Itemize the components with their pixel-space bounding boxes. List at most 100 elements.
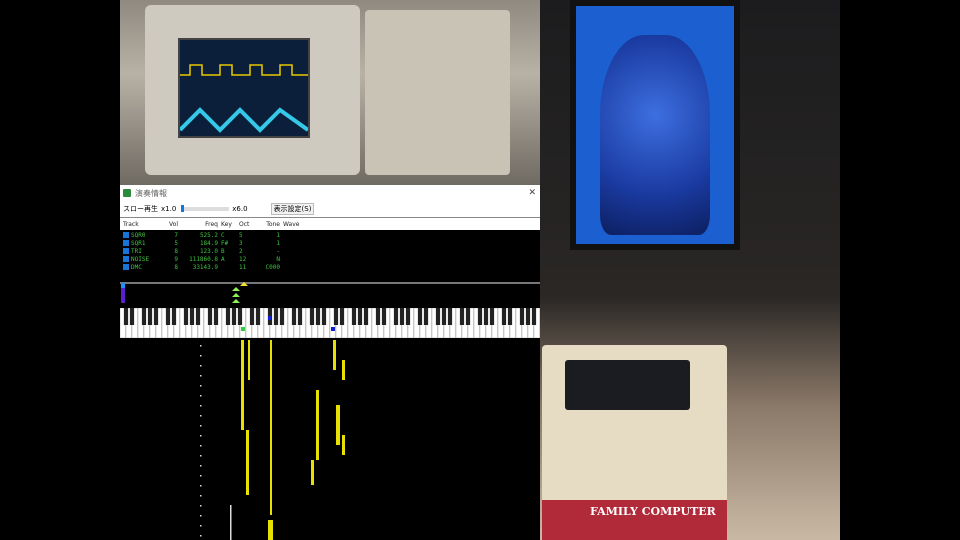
note-bar	[336, 405, 340, 445]
black-key	[315, 308, 321, 325]
black-key	[279, 308, 285, 325]
track-checkbox[interactable]	[123, 248, 129, 254]
black-key	[183, 308, 189, 325]
track-checkbox[interactable]	[123, 240, 129, 246]
cell-text: 5	[239, 231, 243, 239]
piano-keyboard	[120, 308, 540, 338]
header-freq[interactable]: Freq	[181, 221, 221, 228]
black-key	[237, 308, 243, 325]
slow-play-label: スロー再生	[123, 205, 158, 213]
black-key	[273, 308, 279, 325]
cell-text: 184.9	[199, 239, 218, 247]
note-bar	[268, 520, 273, 540]
cell-vol: 9	[161, 256, 181, 263]
noise-dot	[200, 475, 202, 477]
noise-dot	[200, 515, 202, 517]
black-key	[141, 308, 147, 325]
black-key	[147, 308, 153, 325]
cell-vol: 5	[161, 240, 181, 247]
track-checkbox[interactable]	[123, 232, 129, 238]
cell-track: TRI	[123, 248, 161, 255]
note-bar	[246, 430, 249, 495]
black-key	[381, 308, 387, 325]
cell-oct: 12	[239, 256, 261, 263]
black-key	[213, 308, 219, 325]
noise-dot	[200, 425, 202, 427]
title-bar: 演奏情報 ✕	[120, 185, 540, 201]
table-row: NOISE 9 111860.8 A 12 N	[120, 255, 540, 263]
black-key	[189, 308, 195, 325]
cell-text: 9	[174, 255, 178, 263]
note-bar	[333, 340, 336, 370]
note-bar	[230, 505, 232, 540]
black-key	[309, 308, 315, 325]
display-settings-button[interactable]: 表示設定(S)	[270, 203, 315, 215]
note-bar	[270, 340, 272, 515]
black-key	[333, 308, 339, 325]
black-key	[399, 308, 405, 325]
black-key	[459, 308, 465, 325]
pitch-marker	[232, 287, 240, 291]
cell-key: A	[221, 256, 239, 263]
cell-text: 111860.8	[189, 255, 218, 263]
header-key[interactable]: Key	[221, 221, 239, 228]
black-key	[291, 308, 297, 325]
slider-thumb[interactable]	[181, 205, 185, 212]
noise-dot	[200, 495, 202, 497]
cell-vol: 8	[161, 264, 181, 271]
cell-freq: 525.2	[181, 232, 221, 239]
track-table: SQR0 7 525.2 C 5 1 SQR1 5 184.9 F# 3 1 TRI 8 123.0 B 2- N…	[120, 230, 540, 282]
cell-text: 5	[174, 239, 178, 247]
black-key	[129, 308, 135, 325]
cell-text: 7	[174, 231, 178, 239]
black-key	[393, 308, 399, 325]
header-wave[interactable]: Wave	[283, 221, 323, 228]
noise-dot	[200, 525, 202, 527]
window-title: 演奏情報	[135, 188, 167, 198]
black-key	[297, 308, 303, 325]
track-checkbox[interactable]	[123, 256, 129, 262]
cell-text: N	[276, 255, 280, 263]
header-oct[interactable]: Oct	[239, 221, 261, 228]
active-key-marker	[241, 327, 245, 331]
noise-dot	[200, 435, 202, 437]
pitch-marker	[240, 282, 248, 286]
noise-dot	[200, 535, 202, 537]
cell-text: B	[221, 247, 225, 255]
pitch-marker	[232, 293, 240, 297]
speed-slider[interactable]	[181, 205, 230, 212]
table-row: SQR1 5 184.9 F# 3 1	[120, 239, 540, 247]
noise-dot	[200, 485, 202, 487]
active-key-marker	[268, 316, 271, 320]
table-row: TRI 8 123.0 B 2 -	[120, 247, 540, 255]
cell-text: -	[276, 247, 280, 255]
close-icon[interactable]: ✕	[528, 188, 536, 198]
cell-key: C	[221, 232, 239, 239]
header-tone[interactable]: Tone	[261, 221, 283, 228]
noise-dot	[200, 345, 202, 347]
cell-text: 12	[239, 255, 247, 263]
cell-text: C	[221, 231, 225, 239]
black-key	[195, 308, 201, 325]
black-key	[423, 308, 429, 325]
header-track[interactable]: Track	[123, 221, 161, 228]
cell-oct: 2	[239, 248, 261, 255]
table-header: Track Vol Freq Key Oct Tone Wave	[120, 217, 540, 230]
noise-dot	[200, 415, 202, 417]
black-key	[435, 308, 441, 325]
slider-max-label: x6.0	[232, 205, 248, 213]
waveform	[178, 64, 310, 133]
cell-oct: 3	[239, 240, 261, 247]
black-key	[339, 308, 345, 325]
cell-track: NOISE	[123, 256, 161, 263]
black-key	[153, 308, 159, 325]
note-bar	[248, 340, 250, 380]
track-checkbox[interactable]	[123, 264, 129, 270]
cell-text: DMC	[131, 263, 142, 271]
header-vol[interactable]: Vol	[161, 221, 181, 228]
active-key-marker	[331, 327, 335, 331]
cell-freq: 123.0	[181, 248, 221, 255]
black-key	[165, 308, 171, 325]
cell-vol: 8	[161, 248, 181, 255]
cell-text: C000	[265, 263, 280, 271]
